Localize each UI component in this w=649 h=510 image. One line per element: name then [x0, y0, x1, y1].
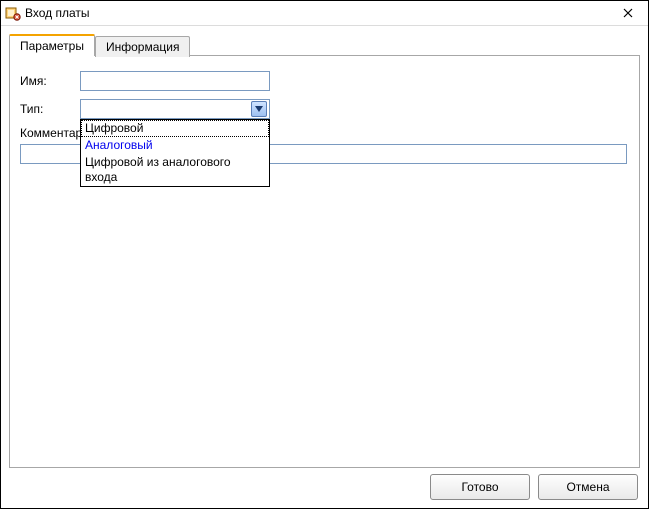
tab-label: Параметры — [20, 39, 84, 53]
tab-page-parameters: Имя: Тип: Цифровой — [9, 55, 640, 468]
client-area: Параметры Информация Имя: Тип: — [1, 26, 648, 508]
close-button[interactable] — [610, 2, 646, 24]
chevron-down-icon[interactable] — [251, 101, 267, 117]
button-label: Отмена — [566, 480, 609, 494]
tab-parameters[interactable]: Параметры — [9, 34, 95, 56]
type-option-digital-from-analog[interactable]: Цифровой из аналогового входа — [81, 154, 269, 186]
window-title: Вход платы — [25, 6, 610, 20]
titlebar: Вход платы — [1, 1, 648, 26]
cancel-button[interactable]: Отмена — [538, 474, 638, 500]
close-icon — [623, 8, 633, 18]
ok-button[interactable]: Готово — [430, 474, 530, 500]
name-input[interactable] — [80, 71, 270, 91]
type-label: Тип: — [20, 102, 80, 116]
tab-information[interactable]: Информация — [95, 36, 190, 57]
option-label: Аналоговый — [85, 138, 153, 152]
tabstrip: Параметры Информация — [9, 34, 640, 56]
dialog-window: Вход платы Параметры Информация Имя: Тип… — [0, 0, 649, 509]
type-select[interactable]: Цифровой Аналоговый Цифровой из аналогов… — [80, 99, 270, 119]
option-label: Цифровой — [85, 121, 143, 135]
option-label: Цифровой из аналогового входа — [85, 155, 231, 184]
row-type: Тип: Цифровой Аналоговый — [20, 98, 629, 120]
type-select-display[interactable] — [80, 99, 270, 119]
type-option-analog[interactable]: Аналоговый — [81, 137, 269, 154]
board-input-icon — [5, 5, 21, 21]
type-option-digital[interactable]: Цифровой — [81, 120, 269, 137]
tab-label: Информация — [106, 40, 179, 54]
name-label: Имя: — [20, 74, 80, 88]
dialog-buttons: Готово Отмена — [430, 474, 638, 500]
button-label: Готово — [461, 480, 498, 494]
type-dropdown: Цифровой Аналоговый Цифровой из аналогов… — [80, 119, 270, 187]
row-name: Имя: — [20, 70, 629, 92]
